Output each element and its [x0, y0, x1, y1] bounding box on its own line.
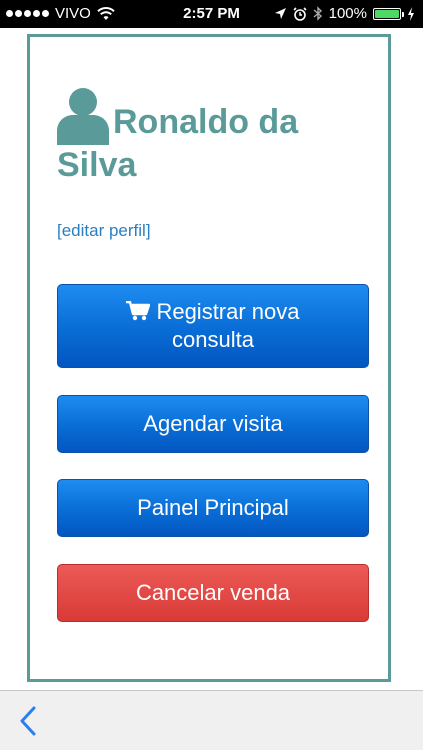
- register-consultation-button[interactable]: Registrar nova consulta: [57, 284, 369, 368]
- register-label-line2: consulta: [172, 327, 254, 352]
- schedule-visit-button[interactable]: Agendar visita: [57, 395, 369, 453]
- user-icon: [57, 88, 109, 145]
- register-label-line1: Registrar nova: [156, 299, 300, 324]
- schedule-visit-label: Agendar visita: [143, 411, 283, 436]
- battery-percentage: 100%: [328, 5, 367, 22]
- profile-header: Ronaldo da Silva: [57, 87, 357, 185]
- edit-profile-link[interactable]: [editar perfil]: [57, 221, 151, 241]
- status-right: 100%: [274, 5, 415, 22]
- main-panel-button[interactable]: Painel Principal: [57, 479, 369, 537]
- alarm-icon: [293, 6, 307, 21]
- bottom-toolbar: [0, 690, 423, 750]
- main-panel-label: Painel Principal: [137, 495, 289, 520]
- battery-icon: [373, 7, 404, 20]
- cancel-sale-label: Cancelar venda: [135, 580, 291, 605]
- location-arrow-icon: [274, 8, 286, 19]
- profile-card: Ronaldo da Silva [editar perfil] Registr…: [27, 34, 391, 682]
- cancel-sale-button[interactable]: Cancelar venda: [57, 564, 369, 622]
- bluetooth-icon: [313, 6, 322, 21]
- charging-icon: [408, 6, 414, 21]
- shopping-cart-icon: [126, 301, 151, 321]
- status-bar: VIVO 2:57 PM 100%: [0, 0, 423, 28]
- chevron-left-icon[interactable]: [18, 705, 38, 737]
